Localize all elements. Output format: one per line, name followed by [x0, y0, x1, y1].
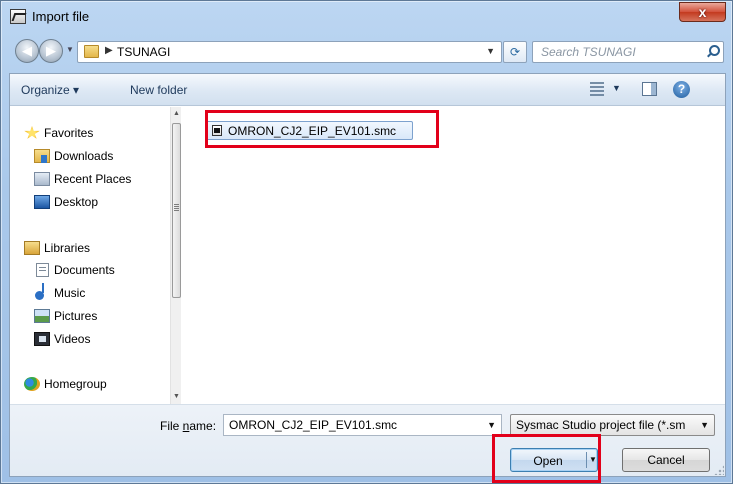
- sidebar-item-pictures[interactable]: Pictures: [10, 306, 170, 326]
- recent-pages-dropdown-icon[interactable]: ▼: [66, 45, 74, 54]
- cancel-button[interactable]: Cancel: [622, 448, 710, 472]
- breadcrumb-separator-icon[interactable]: ▶: [105, 45, 113, 56]
- sidebar-item-label: Documents: [54, 263, 115, 277]
- search-icon[interactable]: [706, 45, 720, 59]
- forward-button[interactable]: ▶: [39, 39, 63, 63]
- sidebar-item-documents[interactable]: Documents: [10, 260, 170, 280]
- import-file-dialog: Import file x ◀ ▶ ▼ ▶ TSUNAGI ▼ ⟳ Search…: [0, 0, 733, 484]
- sidebar-item-desktop[interactable]: Desktop: [10, 192, 170, 212]
- organize-menu[interactable]: Organize ▾: [21, 83, 79, 97]
- documents-icon: [36, 263, 49, 277]
- scroll-up-icon[interactable]: ▲: [171, 107, 182, 121]
- file-name-value: OMRON_CJ2_EIP_EV101.smc: [229, 418, 398, 432]
- file-type-dropdown-icon[interactable]: ▼: [700, 420, 709, 430]
- recent-places-icon: [34, 172, 50, 186]
- file-type-select[interactable]: Sysmac Studio project file (*.sm ▼: [510, 414, 715, 436]
- back-button[interactable]: ◀: [15, 39, 39, 63]
- sidebar-item-favorites[interactable]: Favorites: [10, 123, 170, 143]
- file-name-label: File name:: [160, 419, 217, 433]
- title-bar: Import file x: [1, 1, 732, 31]
- scroll-down-icon[interactable]: ▼: [171, 390, 182, 404]
- view-dropdown-icon[interactable]: ▼: [612, 83, 621, 93]
- breadcrumb-tsunagi[interactable]: TSUNAGI: [117, 45, 170, 59]
- sidebar-item-label: Videos: [54, 332, 91, 346]
- open-highlight-box: [492, 434, 601, 483]
- sidebar-item-videos[interactable]: Videos: [10, 329, 170, 349]
- scroll-thumb[interactable]: [172, 123, 181, 298]
- sidebar-item-homegroup[interactable]: Homegroup: [10, 374, 170, 394]
- file-selection-panel: File name: OMRON_CJ2_EIP_EV101.smc ▼ Sys…: [10, 404, 725, 483]
- sidebar-item-label: Libraries: [44, 241, 91, 255]
- navigation-row: ◀ ▶ ▼ ▶ TSUNAGI ▼ ⟳ Search TSUNAGI: [9, 35, 724, 65]
- file-name-field[interactable]: OMRON_CJ2_EIP_EV101.smc ▼: [223, 414, 502, 436]
- resize-grip-icon[interactable]: [714, 465, 724, 475]
- downloads-folder-icon: [34, 149, 50, 163]
- sidebar-item-downloads[interactable]: Downloads: [10, 146, 170, 166]
- new-folder-button[interactable]: New folder: [130, 83, 187, 97]
- sidebar-item-label: Homegroup: [44, 377, 107, 391]
- star-icon: [24, 126, 40, 139]
- sidebar-item-label: Favorites: [44, 126, 94, 140]
- navigation-pane: Favorites Downloads Recent Places Deskto…: [10, 107, 181, 404]
- search-placeholder: Search TSUNAGI: [541, 45, 636, 59]
- file-list: OMRON_CJ2_EIP_EV101.smc: [182, 107, 725, 404]
- grip-icon: [174, 204, 179, 211]
- music-icon: [35, 283, 44, 300]
- desktop-icon: [34, 195, 50, 209]
- main-area: Organize ▾ New folder ▼ ? Favorites Down…: [9, 73, 726, 483]
- sidebar-item-label: Recent Places: [54, 172, 132, 186]
- close-button[interactable]: x: [679, 2, 726, 22]
- folder-icon: [84, 45, 99, 58]
- sidebar-item-label: Desktop: [54, 195, 99, 209]
- file-name-dropdown-icon[interactable]: ▼: [487, 420, 496, 430]
- refresh-button[interactable]: ⟳: [503, 41, 527, 63]
- command-bar: Organize ▾ New folder ▼ ?: [10, 74, 725, 106]
- window-title: Import file: [32, 9, 90, 24]
- sidebar-item-libraries[interactable]: Libraries: [10, 238, 170, 258]
- libraries-icon: [24, 241, 40, 255]
- sidebar-item-label: Downloads: [54, 149, 114, 163]
- videos-icon: [34, 332, 50, 346]
- help-icon[interactable]: ?: [673, 81, 690, 98]
- pictures-icon: [34, 309, 50, 323]
- sidebar-item-label: Music: [54, 286, 86, 300]
- search-input[interactable]: Search TSUNAGI: [532, 41, 724, 63]
- homegroup-icon: [24, 377, 40, 391]
- app-icon: [10, 9, 26, 24]
- sidebar-item-label: Pictures: [54, 309, 98, 323]
- address-dropdown-icon[interactable]: ▼: [486, 46, 495, 56]
- file-highlight-box: [205, 110, 439, 148]
- file-type-value: Sysmac Studio project file (*.sm: [516, 418, 686, 432]
- preview-pane-icon[interactable]: [642, 82, 657, 96]
- address-bar[interactable]: ▶ TSUNAGI ▼: [77, 41, 502, 63]
- navigation-scrollbar[interactable]: ▲ ▼: [170, 107, 181, 404]
- sidebar-item-music[interactable]: Music: [10, 283, 170, 303]
- change-view-icon[interactable]: [590, 82, 604, 96]
- sidebar-item-recent-places[interactable]: Recent Places: [10, 169, 170, 189]
